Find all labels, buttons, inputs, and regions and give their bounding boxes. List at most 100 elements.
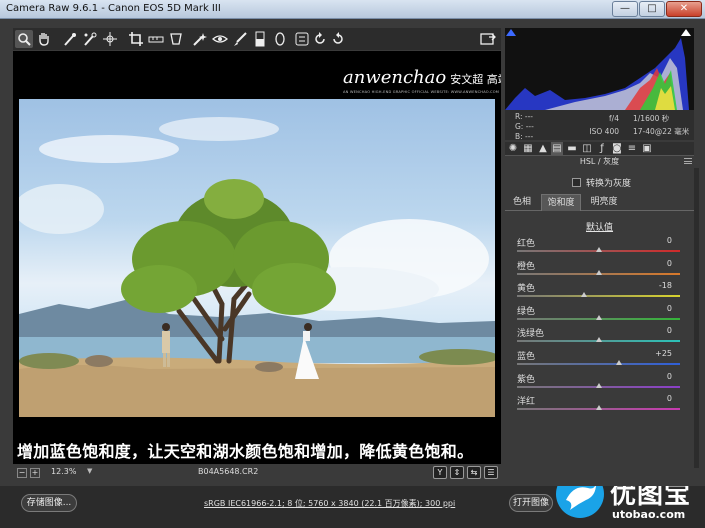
b-readout: B: --- [515,132,534,141]
slider-value[interactable]: -18 [659,281,672,290]
panel-title: HSL / 灰度 [579,157,620,166]
straighten-icon[interactable] [147,30,165,48]
slider-row: 绿色 0 [517,304,680,326]
hsl-subtabs: 色相 饱和度 明亮度 [505,194,694,211]
camera-icon[interactable]: ◙ [611,142,623,155]
tab-luminance[interactable]: 明亮度 [583,194,625,211]
highlight-clipping-warning-icon[interactable] [681,29,691,36]
convert-grayscale-label: 转换为灰度 [586,179,632,189]
slider-row: 紫色 0 [517,372,680,394]
slider-value[interactable]: 0 [667,304,672,313]
transform-icon[interactable] [167,30,185,48]
slider-thumb[interactable] [595,269,602,275]
workflow-options-link[interactable]: sRGB IEC61966-2.1; 8 位; 5760 x 3840 (22.… [204,498,455,509]
iso: ISO 400 [589,127,619,136]
color-sampler-icon[interactable] [81,30,99,48]
focal-length: 17-40@22 毫米 [633,127,690,136]
zoom-out-button[interactable]: − [17,468,27,478]
panel-scrollbar[interactable] [694,168,699,468]
shadow-clipping-warning-icon[interactable] [506,29,516,36]
red-eye-icon[interactable] [211,30,229,48]
slider-value[interactable]: 0 [667,326,672,335]
copy-settings-button[interactable]: ⇆ [467,466,481,479]
slider-row: 黄色 -18 [517,281,680,303]
slider-label: 洋红 [517,397,536,408]
zoom-in-button[interactable]: + [30,468,40,478]
before-after-toggle-button[interactable]: Y [433,466,447,479]
tone-curve-icon[interactable]: ▦ [522,142,534,155]
aperture-icon[interactable]: ✺ [507,142,519,155]
tools-toolbar [13,28,501,50]
image-preview[interactable]: anwenchao安文超 高端修图 AN WENCHAO HIGH-END GR… [13,51,501,464]
zoom-icon[interactable] [15,30,33,48]
slider-label: 浅绿色 [517,329,545,340]
slider-value[interactable]: 0 [667,372,672,381]
shutter-speed: 1/1600 秒 [633,114,670,123]
presets-icon[interactable]: ≡ [626,142,638,155]
slider-value[interactable]: +25 [655,349,672,358]
slider-label: 蓝色 [517,352,536,362]
fx-icon[interactable]: ƒ [596,142,608,155]
radial-filter-icon[interactable] [271,30,289,48]
logo-cn: 安文超 高端修图 [450,73,501,86]
slider-thumb[interactable] [595,337,602,343]
rotate-left-icon[interactable] [311,30,329,48]
rotate-right-icon[interactable] [329,30,347,48]
panel-menu-icon[interactable] [684,158,692,164]
hand-icon[interactable] [35,30,53,48]
graduated-filter-icon[interactable] [251,30,269,48]
slider-row: 蓝色 +25 [517,349,680,371]
lens-icon[interactable]: ◫ [581,142,593,155]
slider-track[interactable] [517,363,680,365]
convert-grayscale-checkbox[interactable]: 转换为灰度 [572,176,631,189]
minimize-button[interactable]: — [612,1,638,17]
split-tone-icon[interactable]: ▬ [566,142,578,155]
tab-hue[interactable]: 色相 [505,194,539,211]
tab-saturation[interactable]: 饱和度 [541,194,581,211]
hsl-icon[interactable]: ▤ [551,142,563,155]
target-adjust-icon[interactable] [101,30,119,48]
close-button[interactable]: ✕ [666,1,702,17]
slider-label: 黄色 [517,284,536,295]
slider-thumb[interactable] [580,292,587,298]
logo-latin: anwenchao [343,67,447,88]
open-image-button[interactable]: 打开图像 [509,494,553,512]
g-readout: G: --- [515,122,534,131]
zoom-level[interactable]: 12.3% [51,467,76,476]
view-options-button[interactable]: ☰ [484,466,498,479]
default-link[interactable]: 默认值 [586,220,613,233]
settings-panel: R: --- G: --- B: --- f/4 1/1600 秒 ISO 400… [505,22,700,486]
photographer-logo: anwenchao安文超 高端修图 AN WENCHAO HIGH-END GR… [343,67,501,94]
slider-thumb[interactable] [615,360,622,365]
checkbox-box[interactable] [572,178,581,187]
preview-status-bar: − + 12.3% ▼ B04A5648.CR2 Y ⇕ ⇆ ☰ [13,466,501,480]
slider-value[interactable]: 0 [667,259,672,268]
window-title: Camera Raw 9.6.1 - Canon EOS 5D Mark III [6,3,221,14]
slider-thumb[interactable] [595,314,602,320]
crop-icon[interactable] [127,30,145,48]
slider-value[interactable]: 0 [667,394,672,403]
toggle-fullscreen-icon[interactable] [479,30,497,48]
snapshots-icon[interactable]: ▣ [641,142,653,155]
slider-thumb[interactable] [595,247,602,252]
adjustment-brush-icon[interactable] [231,30,249,48]
histogram [505,28,694,110]
slider-thumb[interactable] [595,405,602,411]
r-readout: R: --- [515,112,534,121]
slider-value[interactable]: 0 [667,236,672,245]
window-titlebar: Camera Raw 9.6.1 - Canon EOS 5D Mark III… [0,0,705,19]
preferences-icon[interactable] [293,30,311,48]
slider-row: 红色 0 [517,236,680,258]
slider-label: 红色 [517,239,536,249]
logo-subtitle: AN WENCHAO HIGH-END GRAPHIC OFFICIAL WEB… [343,90,500,94]
save-image-button[interactable]: 存储图像... [21,494,77,512]
maximize-button[interactable]: □ [639,1,665,17]
spot-removal-icon[interactable] [191,30,209,48]
white-balance-icon[interactable] [61,30,79,48]
slider-label: 紫色 [517,374,536,385]
slider-thumb[interactable] [595,382,602,388]
mountain-icon[interactable]: ▲ [537,142,549,155]
slider-track[interactable] [517,295,680,298]
swap-before-after-button[interactable]: ⇕ [450,466,464,479]
zoom-dropdown-icon[interactable]: ▼ [87,467,92,475]
